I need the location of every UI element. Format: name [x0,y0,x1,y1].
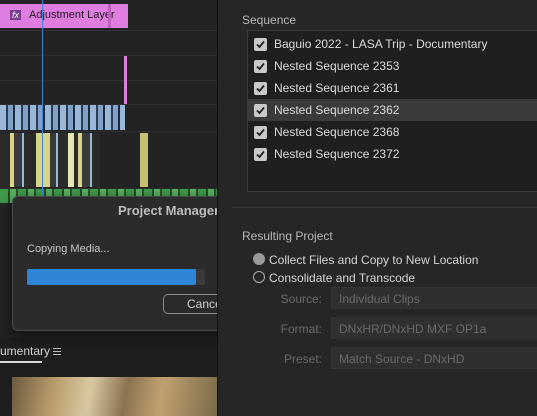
sequence-item-label: Nested Sequence 2353 [274,59,400,73]
preset-select[interactable]: Match Source - DNxHD [331,347,537,369]
program-monitor-panel: umentary [0,338,217,416]
progress-bar-fill [27,269,196,285]
format-select[interactable]: DNxHR/DNxHD MXF OP1a [331,317,537,339]
video-clip[interactable] [140,133,148,187]
fx-badge: fx [10,10,22,20]
sequence-list: Baguio 2022 - LASA Trip - Documentary Nes… [247,30,537,192]
sequence-item[interactable]: Nested Sequence 2353 [248,55,537,77]
collect-files-label: Collect Files and Copy to New Location [269,253,479,267]
consolidate-transcode-label: Consolidate and Transcode [269,271,416,285]
sequence-checkbox[interactable] [254,82,267,95]
video-clips-track-2[interactable] [0,133,100,187]
radio-unselected-icon [253,271,265,283]
project-manager-settings-panel: Sequence Baguio 2022 - LASA Trip - Docum… [217,0,537,416]
checkmark-icon [256,150,265,159]
sequence-item[interactable]: Nested Sequence 2368 [248,121,537,143]
preset-label: Preset: [283,352,322,366]
sequence-item-label: Baguio 2022 - LASA Trip - Documentary [274,37,488,51]
radio-selected-icon [253,253,265,265]
dialog-status-text: Copying Media... [27,243,110,255]
source-label: Source: [280,292,322,306]
video-clip[interactable] [68,133,74,187]
checkmark-icon [256,128,265,137]
collect-files-radio[interactable]: Collect Files and Copy to New Location [253,253,513,269]
video-clip[interactable] [36,133,50,187]
timeline-clip-edge [108,4,111,28]
project-manager-progress-dialog: Project Manager Copying Media... Cancel [12,196,233,331]
playhead[interactable] [42,0,43,196]
sequence-tab-label[interactable]: umentary [0,344,50,358]
sequence-checkbox[interactable] [254,60,267,73]
sequence-item[interactable]: Nested Sequence 2361 [248,77,537,99]
source-select[interactable]: Individual Clips [331,287,537,309]
video-clips-track-3[interactable] [0,105,125,130]
sequence-checkbox[interactable] [254,126,267,139]
checkmark-icon [256,40,265,49]
sequence-item[interactable]: Baguio 2022 - LASA Trip - Documentary [248,33,537,55]
checkmark-icon [256,106,265,115]
sequence-item-label: Nested Sequence 2361 [274,81,400,95]
checkmark-icon [256,84,265,93]
sequence-item-label: Nested Sequence 2362 [274,103,400,117]
tab-underline [0,361,42,363]
sequence-checkbox[interactable] [254,104,267,117]
section-divider [232,207,537,208]
video-preview-image [12,377,217,416]
sequence-item-label: Nested Sequence 2372 [274,147,400,161]
consolidate-transcode-radio[interactable]: Consolidate and Transcode [253,271,513,287]
dialog-title: Project Manager [118,203,220,218]
format-label: Format: [280,322,322,336]
hamburger-icon[interactable] [53,348,61,356]
sequence-checkbox[interactable] [254,38,267,51]
resulting-project-title: Resulting Project [242,229,333,243]
sequence-item-label: Nested Sequence 2368 [274,125,400,139]
sequence-item[interactable]: Nested Sequence 2362 [248,99,537,121]
sequence-section-title: Sequence [242,13,297,27]
checkmark-icon [256,62,265,71]
adjustment-layer-clip-end[interactable] [124,56,127,104]
progress-bar [27,269,205,285]
sequence-item[interactable]: Nested Sequence 2372 [248,143,537,165]
sequence-checkbox[interactable] [254,148,267,161]
